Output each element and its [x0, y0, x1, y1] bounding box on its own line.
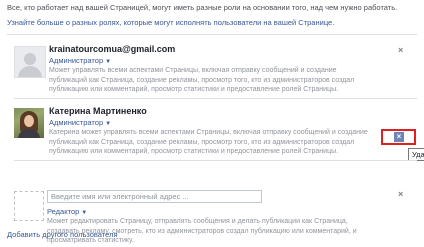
name-or-email-input[interactable]	[47, 190, 262, 203]
member-2-name: Катерина Мартиненко	[49, 106, 147, 116]
member-1-remove-icon[interactable]: ×	[398, 45, 403, 55]
divider	[14, 160, 417, 161]
learn-more-link[interactable]: Узнайте больше о разных ролях, которые м…	[7, 18, 334, 27]
new-member-role-dropdown[interactable]: Редактор ▼	[47, 207, 87, 216]
intro-text: Все, кто работает над вашей Страницей, м…	[7, 3, 398, 12]
member-1-name: krainatourcomua@gmail.com	[49, 44, 176, 54]
add-another-user-link[interactable]: Добавить другого пользователя	[7, 230, 118, 239]
new-member-avatar-placeholder	[14, 191, 44, 221]
close-icon[interactable]: ×	[394, 132, 404, 142]
member-2-avatar	[14, 108, 44, 138]
divider	[7, 34, 417, 35]
member-2-role-dropdown[interactable]: Администратор ▼	[49, 118, 111, 127]
member-2-role-label: Администратор	[49, 118, 104, 127]
member-2-remove-highlight[interactable]: ×	[381, 129, 416, 145]
member-1-description: Может управлять всеми аспектами Страницы…	[49, 67, 355, 93]
chevron-down-icon: ▼	[105, 121, 112, 127]
member-2-description: Катерина может управлять всеми аспектами…	[49, 129, 368, 155]
member-1-role-label: Администратор	[49, 56, 104, 65]
chevron-down-icon: ▼	[81, 210, 88, 216]
member-1-role-dropdown[interactable]: Администратор ▼	[49, 56, 111, 65]
divider	[14, 98, 417, 99]
chevron-down-icon: ▼	[105, 59, 112, 65]
new-member-remove-icon[interactable]: ×	[398, 189, 403, 199]
member-1-avatar	[14, 46, 46, 78]
new-member-role-label: Редактор	[47, 207, 80, 216]
